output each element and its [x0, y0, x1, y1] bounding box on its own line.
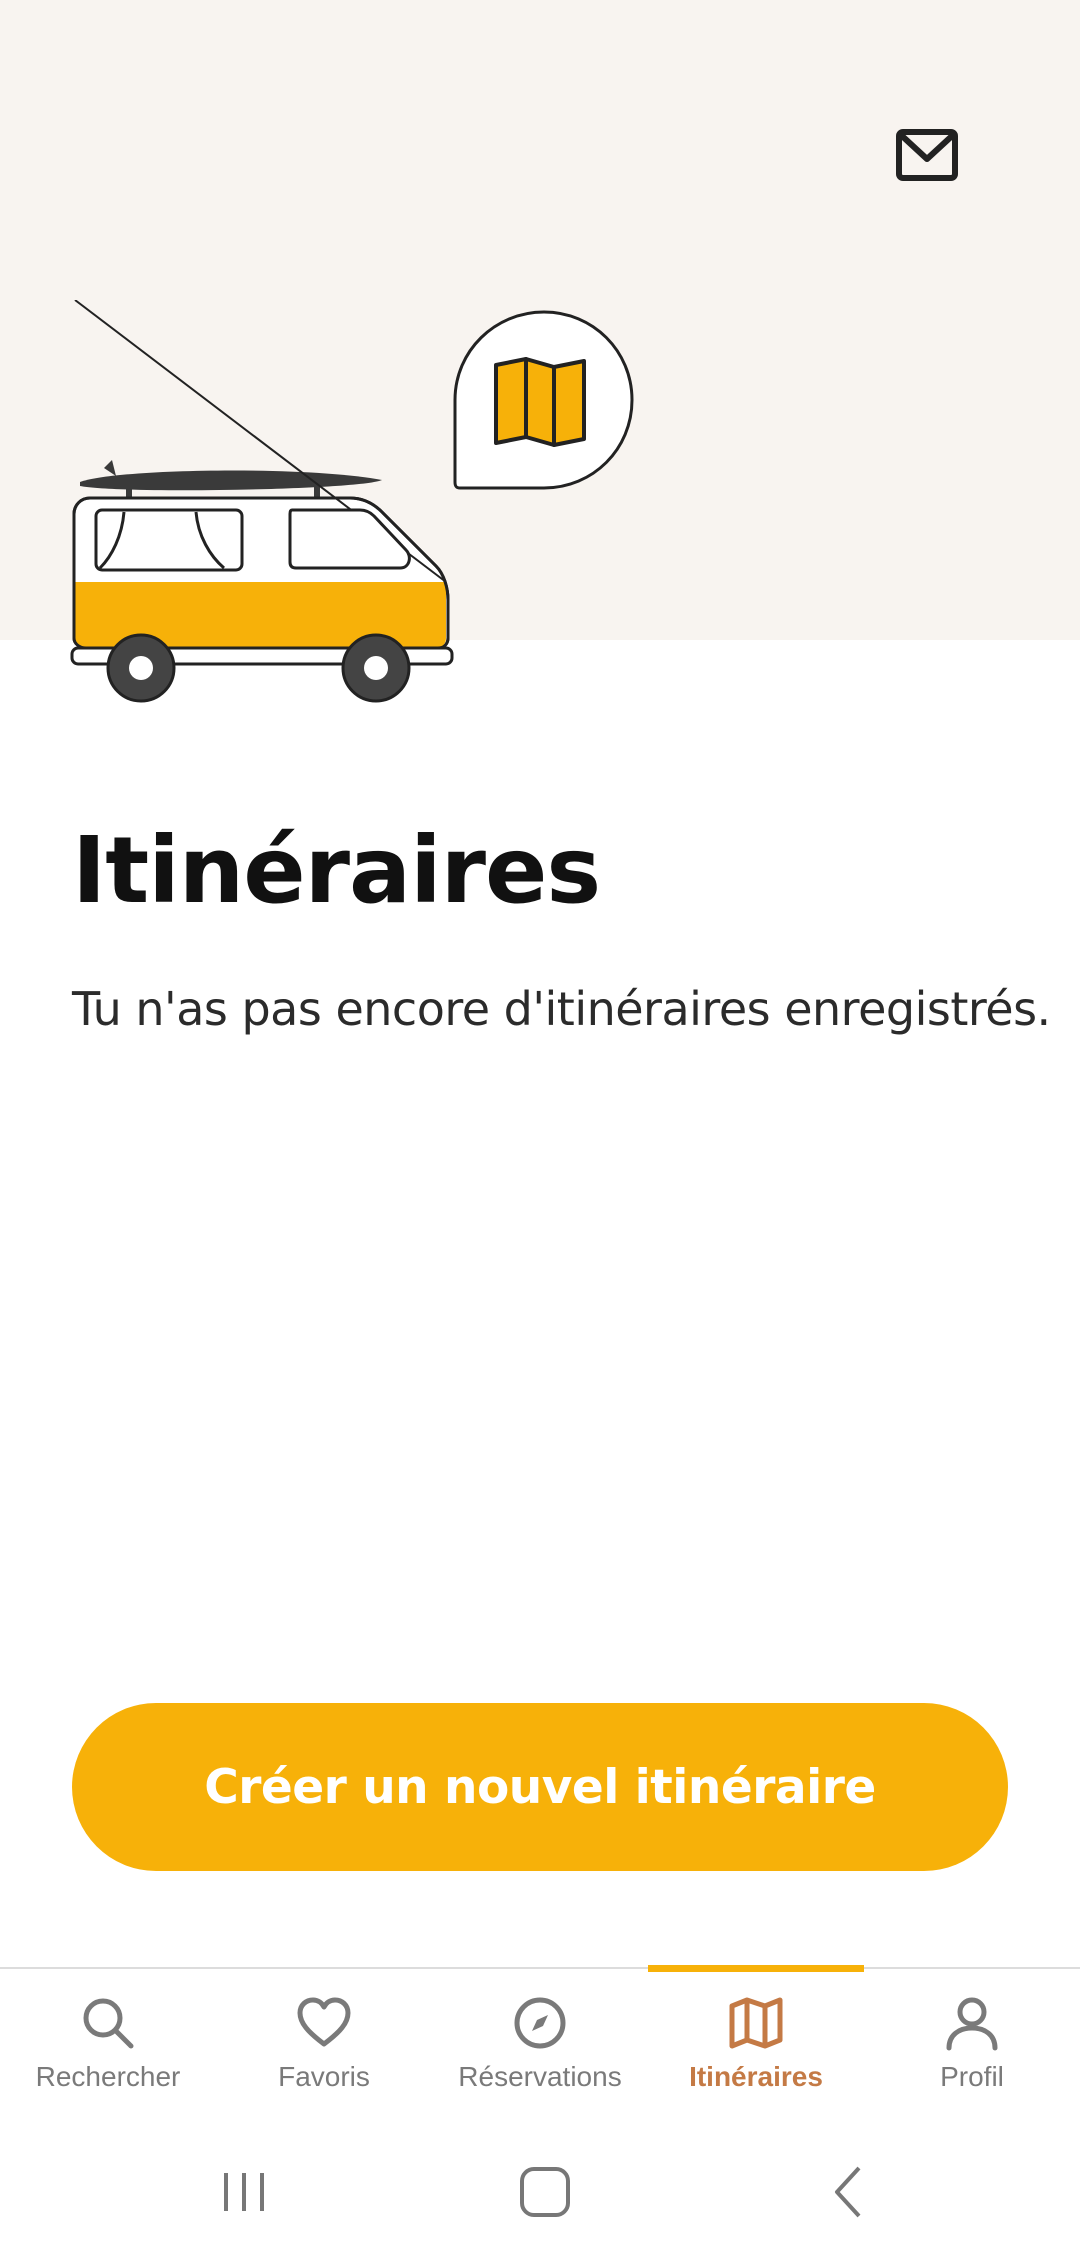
- messages-button[interactable]: [887, 120, 967, 190]
- tab-label: Itinéraires: [689, 2061, 823, 2092]
- tab-search[interactable]: Rechercher: [0, 1969, 216, 2119]
- back-icon: [835, 2166, 861, 2218]
- tab-profile[interactable]: Profil: [864, 1969, 1080, 2119]
- home-icon: [520, 2167, 570, 2217]
- tab-favorites[interactable]: Favoris: [216, 1969, 432, 2119]
- tab-label: Réservations: [458, 2061, 622, 2092]
- tab-reservations[interactable]: Réservations: [432, 1969, 648, 2119]
- compass-icon: [514, 1997, 566, 2049]
- search-icon: [83, 1998, 134, 2049]
- tab-label: Profil: [940, 2061, 1004, 2092]
- back-button[interactable]: [805, 2147, 895, 2237]
- create-itinerary-button[interactable]: Créer un nouvel itinéraire: [72, 1703, 1008, 1871]
- user-icon: [946, 1997, 998, 2051]
- camper-van-illustration: [70, 300, 634, 703]
- tab-itineraries[interactable]: Itinéraires: [648, 1965, 864, 2119]
- bottom-navigation: Rechercher Favoris Réservations Itinérai…: [0, 1965, 1080, 2119]
- speech-bubble: [453, 310, 634, 490]
- envelope-icon: [896, 129, 958, 181]
- surfboard: [80, 460, 382, 500]
- empty-state-message: Tu n'as pas encore d'itinéraires enregis…: [72, 982, 1051, 1036]
- page-title: Itinéraires: [72, 817, 601, 924]
- system-navigation-bar: [0, 2117, 1080, 2261]
- tab-label: Rechercher: [35, 2061, 181, 2092]
- recents-icon: [224, 2173, 264, 2211]
- recents-button[interactable]: [199, 2147, 289, 2237]
- tab-label: Favoris: [278, 2061, 370, 2092]
- home-button[interactable]: [500, 2147, 590, 2237]
- map-icon: [729, 1997, 783, 2049]
- heart-icon: [297, 1997, 351, 2047]
- map-icon: [494, 357, 586, 447]
- itineraries-screen: Itinéraires Tu n'as pas encore d'itinéra…: [0, 0, 1080, 2261]
